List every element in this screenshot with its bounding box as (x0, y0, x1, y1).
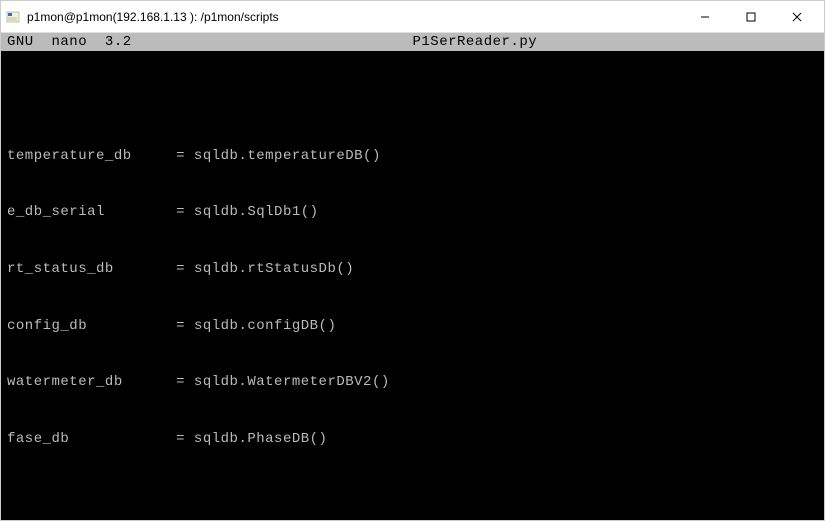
minimize-button[interactable] (682, 2, 728, 32)
code-line: watermeter_db = sqldb.WatermeterDBV2() (7, 373, 818, 392)
blank-line (7, 91, 818, 109)
code-line: config_db = sqldb.configDB() (7, 317, 818, 336)
editor-content[interactable]: temperature_db = sqldb.temperatureDB() e… (1, 51, 824, 520)
code-line: fase_db = sqldb.PhaseDB() (7, 430, 818, 449)
terminal-area[interactable]: GNU nano 3.2 P1SerReader.py temperature_… (1, 33, 824, 520)
nano-version: GNU nano 3.2 (7, 33, 132, 51)
app-icon (5, 9, 21, 25)
window-title: p1mon@p1mon(192.168.1.13 ): /p1mon/scrip… (27, 10, 682, 24)
titlebar: p1mon@p1mon(192.168.1.13 ): /p1mon/scrip… (1, 1, 824, 33)
code-line: rt_status_db = sqldb.rtStatusDb() (7, 260, 818, 279)
code-line: temperature_db = sqldb.temperatureDB() (7, 147, 818, 166)
nano-filename: P1SerReader.py (132, 33, 818, 51)
terminal-window: p1mon@p1mon(192.168.1.13 ): /p1mon/scrip… (0, 0, 825, 521)
maximize-button[interactable] (728, 2, 774, 32)
code-line: e_db_serial = sqldb.SqlDb1() (7, 203, 818, 222)
window-controls (682, 2, 820, 32)
nano-header: GNU nano 3.2 P1SerReader.py (1, 33, 824, 51)
close-button[interactable] (774, 2, 820, 32)
blank-line (7, 487, 818, 505)
